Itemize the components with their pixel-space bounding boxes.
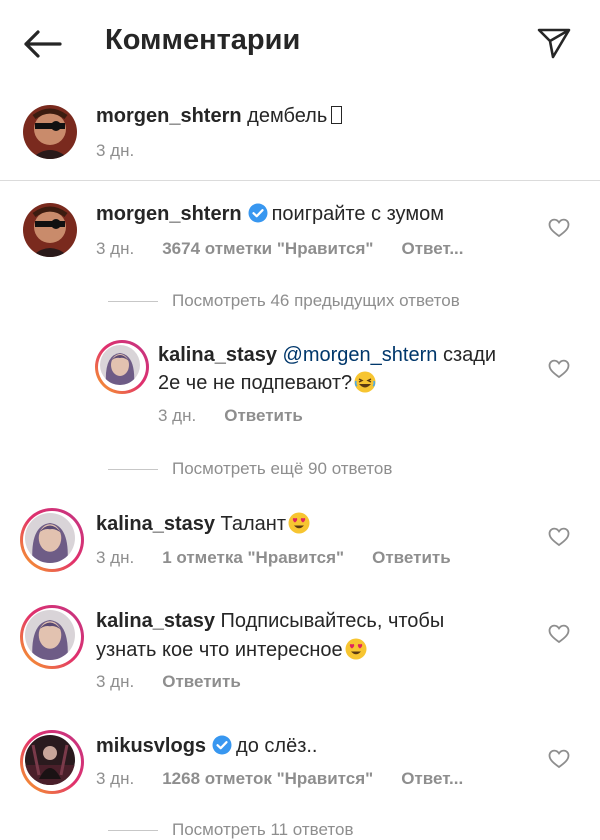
comment-body-line2: узнать кое что интересное — [96, 639, 343, 661]
avatar[interactable] — [95, 340, 149, 394]
reply-username[interactable]: kalina_stasy — [158, 344, 277, 366]
view-previous-replies-button[interactable]: Посмотреть 46 предыдущих ответов — [108, 291, 460, 311]
divider — [108, 301, 158, 303]
caption-text: morgen_shtern дембель — [96, 102, 343, 130]
comment-meta: 3 дн. Ответить — [96, 672, 269, 692]
reply-button[interactable]: Ответить — [372, 548, 451, 567]
comment-body: до слёз.. — [236, 735, 318, 757]
view-replies-label: Посмотреть 11 ответов — [172, 820, 354, 839]
view-more-replies-button[interactable]: Посмотреть ещё 90 ответов — [108, 459, 392, 479]
view-more-replies-label: Посмотреть ещё 90 ответов — [172, 459, 393, 478]
avatar[interactable] — [20, 508, 84, 572]
avatar[interactable] — [20, 730, 84, 794]
comment-time: 3 дн. — [96, 239, 135, 258]
likes-count[interactable]: 1268 отметок "Нравится" — [162, 769, 373, 788]
reply-time: 3 дн. — [158, 406, 197, 425]
direct-send-icon[interactable] — [536, 24, 572, 60]
heart-outline-icon[interactable] — [548, 527, 570, 547]
comment-username[interactable]: mikusvlogs — [96, 735, 206, 757]
reply-button[interactable]: Ответ... — [401, 239, 463, 258]
likes-count[interactable]: 3674 отметки "Нравится" — [162, 239, 373, 258]
reply-meta: 3 дн. Ответить — [158, 406, 331, 426]
caption-time: 3 дн. — [96, 141, 135, 160]
comment-body-line1: Подписывайтесь, чтобы — [220, 610, 445, 632]
reply-text-line1: kalina_stasy @morgen_shtern сзади — [158, 341, 496, 369]
comment-meta: 3 дн. 3674 отметки "Нравится" Ответ... — [96, 239, 492, 259]
comment-text: morgen_shtern поиграйте с зумом — [96, 200, 444, 228]
avatar[interactable] — [20, 605, 84, 669]
caption-meta: 3 дн. — [96, 141, 162, 161]
reply-body-line2: 2е че не подпевают? — [158, 372, 353, 394]
unknown-glyph-icon — [331, 106, 343, 124]
comment-text-line2: узнать кое что интересное — [96, 636, 367, 664]
comment-time: 3 дн. — [96, 672, 135, 691]
verified-badge-icon — [212, 735, 232, 755]
reply-body-line1: сзади — [442, 344, 497, 366]
heart-outline-icon[interactable] — [548, 624, 570, 644]
caption-username[interactable]: morgen_shtern — [96, 105, 242, 127]
view-replies-button[interactable]: Посмотреть 11 ответов — [108, 820, 354, 840]
heart-outline-icon[interactable] — [548, 218, 570, 238]
comment-text: kalina_stasy Талант — [96, 510, 310, 538]
back-arrow-icon[interactable] — [22, 28, 62, 60]
likes-count[interactable]: 1 отметка "Нравится" — [162, 548, 344, 567]
heart-outline-icon[interactable] — [548, 749, 570, 769]
comment-username[interactable]: morgen_shtern — [96, 203, 242, 225]
verified-badge-icon — [248, 203, 268, 223]
comment-text: mikusvlogs до слёз.. — [96, 732, 317, 760]
comment-time: 3 дн. — [96, 769, 135, 788]
comment-meta: 3 дн. 1268 отметок "Нравится" Ответ... — [96, 769, 491, 789]
reply-button[interactable]: Ответить — [224, 406, 303, 425]
reply-text-line2: 2е че не подпевают? — [158, 369, 376, 397]
reply-button[interactable]: Ответить — [162, 672, 241, 691]
comment-body: поиграйте с зумом — [271, 203, 444, 225]
divider — [108, 469, 158, 471]
comment-meta: 3 дн. 1 отметка "Нравится" Ответить — [96, 548, 479, 568]
comment-text-line1: kalina_stasy Подписывайтесь, чтобы — [96, 607, 444, 635]
avatar[interactable] — [23, 203, 77, 257]
avatar[interactable] — [23, 105, 77, 159]
heart-eyes-emoji-icon — [288, 512, 310, 534]
mention-link[interactable]: @morgen_shtern — [283, 344, 438, 366]
comment-body: Талант — [220, 513, 286, 535]
comment-time: 3 дн. — [96, 548, 135, 567]
page-title: Комментарии — [105, 24, 301, 56]
divider — [108, 830, 158, 832]
laughing-emoji-icon — [354, 371, 376, 393]
divider — [0, 180, 600, 181]
heart-outline-icon[interactable] — [548, 359, 570, 379]
heart-eyes-emoji-icon — [345, 638, 367, 660]
comment-username[interactable]: kalina_stasy — [96, 513, 215, 535]
comment-username[interactable]: kalina_stasy — [96, 610, 215, 632]
caption-body: дембель — [247, 105, 328, 127]
reply-button[interactable]: Ответ... — [401, 769, 463, 788]
view-previous-replies-label: Посмотреть 46 предыдущих ответов — [172, 291, 460, 310]
